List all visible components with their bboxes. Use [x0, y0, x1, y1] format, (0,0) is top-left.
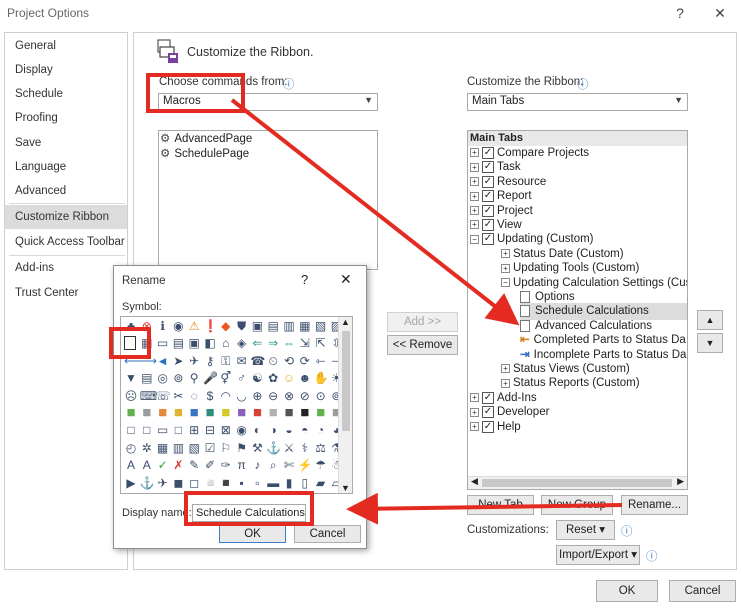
- annotation-box-symbol: [109, 327, 151, 359]
- annotation-arrow: [230, 98, 520, 326]
- annotation-arrows: [230, 98, 623, 525]
- annotation-box-choose-commands: [146, 73, 245, 113]
- annotation-box-display-name: [184, 491, 314, 526]
- annotation-arrow: [346, 492, 623, 525]
